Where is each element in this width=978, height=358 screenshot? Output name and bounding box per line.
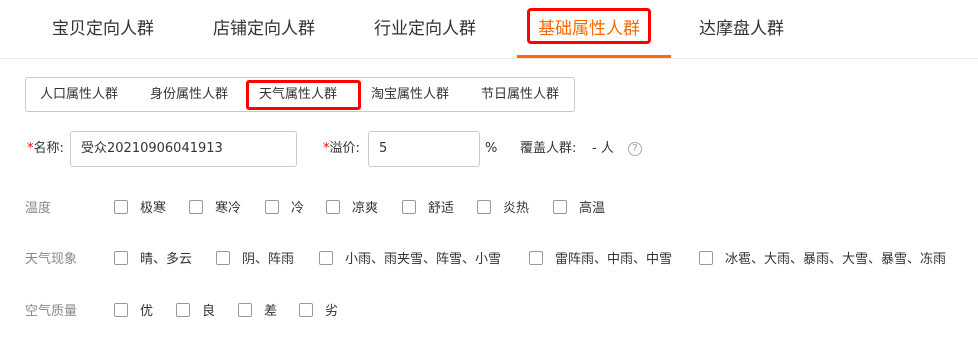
checkbox-icon[interactable] xyxy=(238,303,252,317)
temperature-option[interactable]: 高温 xyxy=(553,197,605,221)
checkbox-icon[interactable] xyxy=(529,251,543,265)
tab-dmp-audience[interactable]: 达摩盘人群 xyxy=(699,0,784,58)
tab-shop-audience[interactable]: 店铺定向人群 xyxy=(213,0,315,58)
subtab-weather[interactable]: 天气属性人群 xyxy=(246,80,361,110)
checkbox-icon[interactable] xyxy=(114,200,128,214)
temperature-option[interactable]: 舒适 xyxy=(402,197,454,221)
weather-row: 天气现象 晴、多云 阴、阵雨 小雨、雨夹雪、阵雪、小雪 雷阵雨、中雨、中雪 冰雹… xyxy=(0,248,978,272)
air-quality-option[interactable]: 劣 xyxy=(299,300,338,324)
checkbox-icon[interactable] xyxy=(189,200,203,214)
temperature-option[interactable]: 寒冷 xyxy=(189,197,241,221)
checkbox-icon[interactable] xyxy=(326,200,340,214)
temperature-row: 温度 极寒 寒冷 冷 凉爽 舒适 炎热 高温 xyxy=(0,197,978,221)
checkbox-icon[interactable] xyxy=(176,303,190,317)
temperature-option[interactable]: 极寒 xyxy=(114,197,166,221)
option-label: 阴、阵雨 xyxy=(242,252,295,267)
audience-form-row: *名称: 受众20210906041913 *溢价: 5 % 覆盖人群: - 人… xyxy=(0,131,978,167)
premium-label-text: 溢价: xyxy=(329,141,360,156)
percent-unit: % xyxy=(485,141,498,156)
tab-industry-audience[interactable]: 行业定向人群 xyxy=(374,0,476,58)
checkbox-icon[interactable] xyxy=(402,200,416,214)
name-label: *名称: xyxy=(27,131,64,167)
weather-option[interactable]: 小雨、雨夹雪、阵雪、小雪 xyxy=(319,248,501,272)
temperature-option[interactable]: 凉爽 xyxy=(326,197,378,221)
premium-input[interactable]: 5 xyxy=(368,131,480,167)
premium-label: *溢价: xyxy=(323,131,360,167)
checkbox-icon[interactable] xyxy=(553,200,567,214)
subtab-holiday[interactable]: 节日属性人群 xyxy=(481,78,559,111)
weather-label: 天气现象 xyxy=(25,252,78,267)
targeting-tabs: 宝贝定向人群 店铺定向人群 行业定向人群 基础属性人群 达摩盘人群 xyxy=(0,0,978,59)
checkbox-icon[interactable] xyxy=(699,251,713,265)
subtab-demographic[interactable]: 人口属性人群 xyxy=(40,78,118,111)
name-label-text: 名称: xyxy=(33,141,64,156)
option-label: 高温 xyxy=(579,201,606,216)
temperature-label: 温度 xyxy=(25,201,52,216)
option-label: 寒冷 xyxy=(215,201,242,216)
subtab-identity[interactable]: 身份属性人群 xyxy=(150,78,228,111)
option-label: 良 xyxy=(202,304,216,319)
option-label: 优 xyxy=(140,304,154,319)
option-label: 炎热 xyxy=(503,201,530,216)
coverage-value: - 人 xyxy=(592,141,614,156)
option-label: 劣 xyxy=(325,304,339,319)
weather-option[interactable]: 阴、阵雨 xyxy=(216,248,294,272)
active-tab-underline xyxy=(517,55,671,58)
option-label: 晴、多云 xyxy=(140,252,193,267)
option-label: 冷 xyxy=(291,201,305,216)
coverage-label: 覆盖人群: xyxy=(520,141,577,156)
temperature-option[interactable]: 冷 xyxy=(265,197,304,221)
option-label: 雷阵雨、中雨、中雪 xyxy=(555,252,673,267)
weather-option[interactable]: 冰雹、大雨、暴雨、大雪、暴雪、冻雨 xyxy=(699,248,946,272)
checkbox-icon[interactable] xyxy=(319,251,333,265)
tab-basic-attribute-audience[interactable]: 基础属性人群 xyxy=(527,8,651,44)
option-label: 冰雹、大雨、暴雨、大雪、暴雪、冻雨 xyxy=(725,252,947,267)
checkbox-icon[interactable] xyxy=(477,200,491,214)
checkbox-icon[interactable] xyxy=(114,251,128,265)
weather-option[interactable]: 雷阵雨、中雨、中雪 xyxy=(529,248,672,272)
checkbox-icon[interactable] xyxy=(265,200,279,214)
option-label: 差 xyxy=(264,304,278,319)
question-circle-icon[interactable]: ? xyxy=(628,142,642,156)
checkbox-icon[interactable] xyxy=(299,303,313,317)
air-quality-option[interactable]: 差 xyxy=(238,300,277,324)
option-label: 小雨、雨夹雪、阵雪、小雪 xyxy=(345,252,502,267)
option-label: 极寒 xyxy=(140,201,167,216)
air-quality-option[interactable]: 优 xyxy=(114,300,153,324)
option-label: 舒适 xyxy=(428,201,455,216)
air-quality-label: 空气质量 xyxy=(25,304,78,319)
temperature-option[interactable]: 炎热 xyxy=(477,197,529,221)
air-quality-option[interactable]: 良 xyxy=(176,300,215,324)
tab-item-audience[interactable]: 宝贝定向人群 xyxy=(52,0,154,58)
attribute-subtabs: 人口属性人群 身份属性人群 天气属性人群 淘宝属性人群 节日属性人群 xyxy=(25,77,575,112)
weather-option[interactable]: 晴、多云 xyxy=(114,248,192,272)
option-label: 凉爽 xyxy=(352,201,379,216)
checkbox-icon[interactable] xyxy=(216,251,230,265)
checkbox-icon[interactable] xyxy=(114,303,128,317)
air-quality-row: 空气质量 优 良 差 劣 xyxy=(0,300,978,324)
name-input[interactable]: 受众20210906041913 xyxy=(70,131,297,167)
subtab-taobao[interactable]: 淘宝属性人群 xyxy=(371,78,449,111)
